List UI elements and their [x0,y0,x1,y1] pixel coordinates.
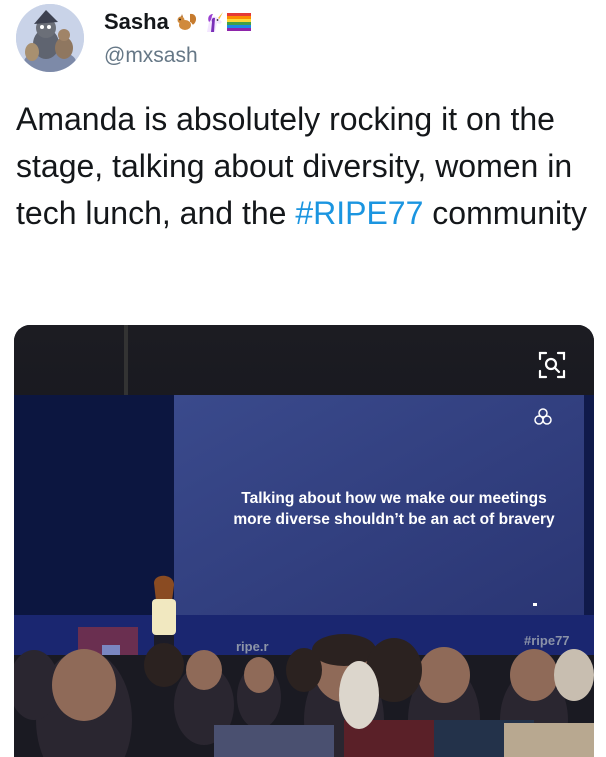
slide-quote-line-2: more diverse shouldn’t be an act of brav… [233,511,555,528]
squirrel-emoji-icon [175,10,199,34]
avatar-illustration [16,4,84,72]
ripe-ncc-logo-icon [532,406,554,428]
slide-page-number [533,603,537,606]
slide-quote: Talking about how we make our meetings m… [174,488,594,530]
avatar[interactable] [16,4,84,72]
slide-quote-line-1: Talking about how we make our meetings [241,490,547,507]
hashtag-link[interactable]: #RIPE77 [295,195,423,231]
display-name[interactable]: Sasha [104,9,169,35]
tweet-text-after: community [423,195,587,231]
banner-hashtag: #ripe77 [524,633,570,648]
banner-url: ripe.r [236,639,269,654]
tweet-photo[interactable]: Talking about how we make our meetings m… [14,325,594,757]
user-handle[interactable]: @mxsash [104,44,198,68]
tweet-text: Amanda is absolutely rocking it on the s… [16,96,591,237]
scan-zoom-icon[interactable] [534,347,570,383]
rainbow-flag-emoji-icon [226,12,251,32]
conference-photo [14,325,594,757]
name-row: Sasha [104,9,251,35]
unicorn-emoji-icon [201,10,225,34]
